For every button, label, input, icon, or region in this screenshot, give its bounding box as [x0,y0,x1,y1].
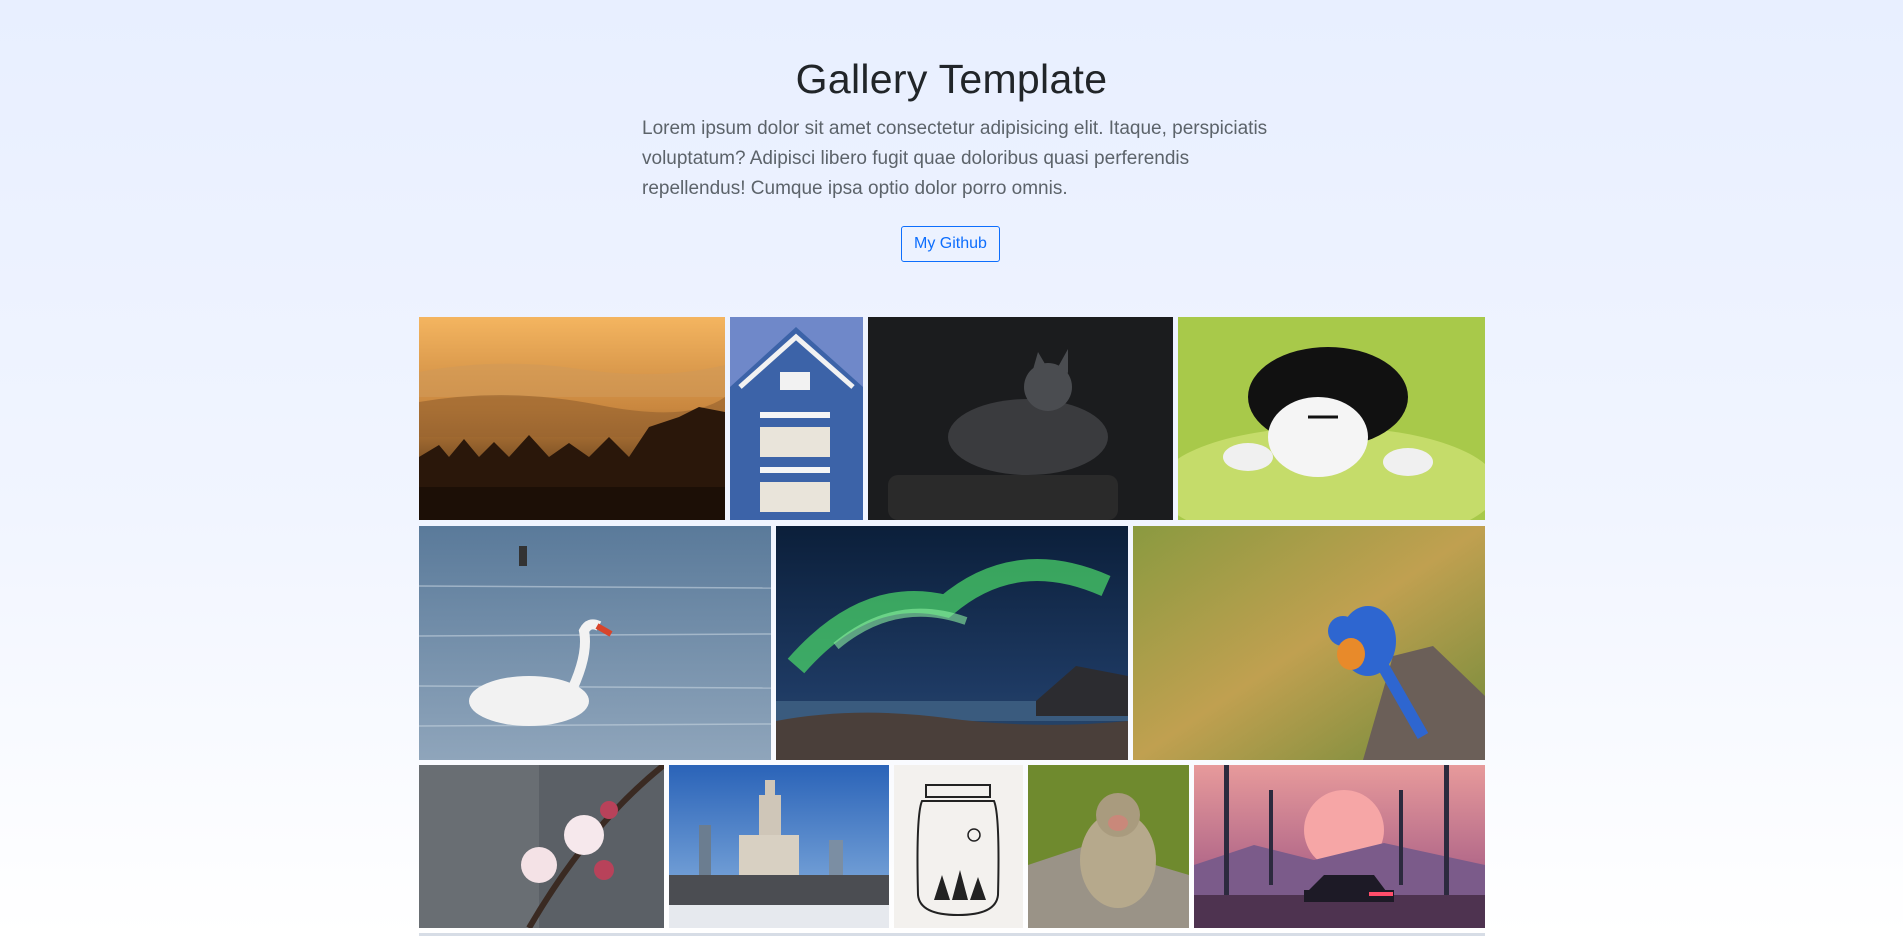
page-title: Gallery Template [795,56,1108,102]
northern-lights-photo[interactable] [776,526,1128,760]
sleeping-kitten-photo[interactable] [1178,317,1485,520]
jar-sketch-illustration[interactable] [894,765,1023,928]
bluebird-on-branch-photo[interactable] [1133,526,1485,760]
city-skyline-tower-photo[interactable] [669,765,889,928]
swan-on-lake-photo[interactable] [419,526,771,760]
grey-cat-in-dark-photo[interactable] [868,317,1173,520]
baboon-photo[interactable] [1028,765,1189,928]
synthwave-car-sunset-illustration[interactable] [1194,765,1485,928]
blue-house-balconies-photo[interactable] [730,317,863,520]
cherry-blossom-photo[interactable] [419,765,664,928]
hero-lead-text: Lorem ipsum dolor sit amet consectetur a… [642,118,1268,199]
github-button[interactable]: My Github [901,226,1000,262]
misty-sunrise-hills-photo[interactable] [419,317,725,520]
